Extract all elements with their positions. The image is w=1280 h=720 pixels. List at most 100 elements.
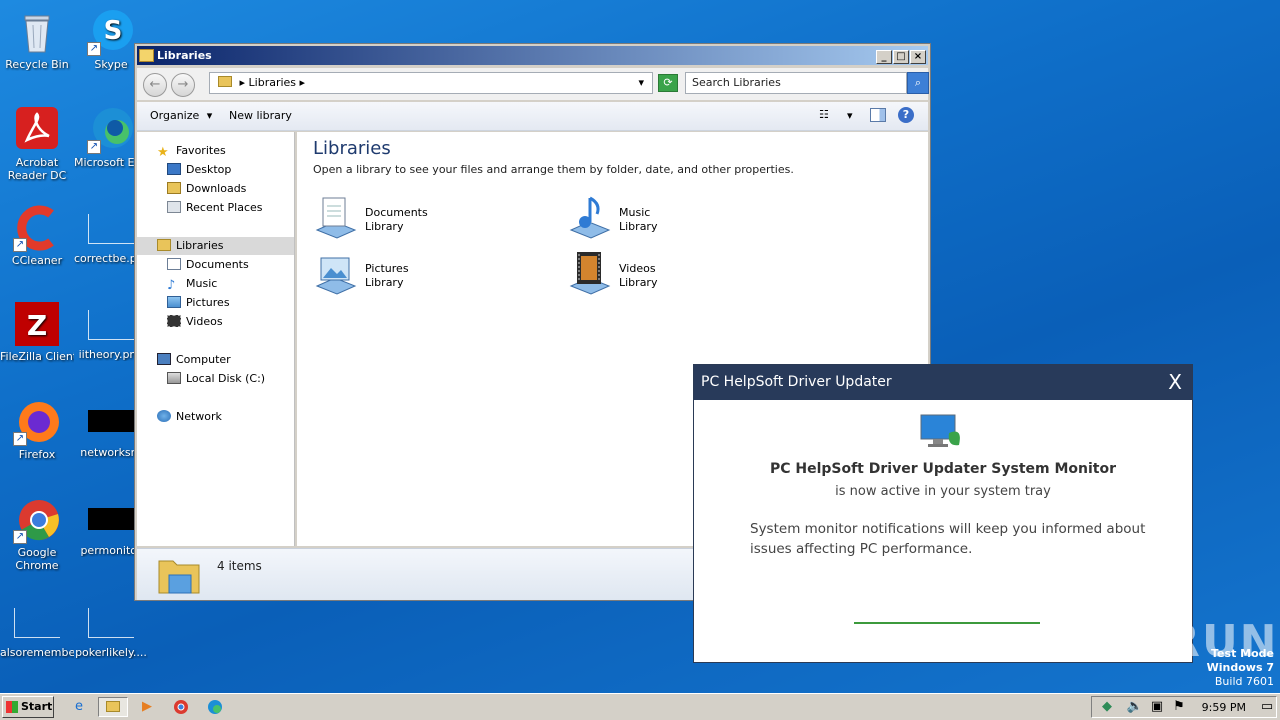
documents-library-icon: [313, 194, 357, 240]
desktop-icon-file[interactable]: alsoremembe...: [0, 598, 74, 659]
breadcrumb-libraries[interactable]: Libraries: [249, 76, 297, 89]
address-bar[interactable]: ▸ Libraries ▸ ▾: [209, 72, 653, 94]
minimize-button[interactable]: _: [876, 50, 892, 64]
library-folder-icon: [157, 239, 171, 251]
window-title: Libraries: [157, 49, 212, 62]
nav-local-disk[interactable]: Local Disk (C:): [167, 370, 265, 388]
nav-label: Pictures: [186, 296, 230, 309]
library-type: Library: [365, 276, 404, 289]
test-mode-line3: Build 7601: [1214, 675, 1274, 688]
skype-icon: S ↗: [87, 8, 135, 56]
nav-downloads[interactable]: Downloads: [167, 180, 246, 198]
desktop-icon-label: Firefox: [18, 448, 56, 461]
file-icon: [88, 310, 134, 340]
shortcut-arrow-icon: ↗: [13, 238, 27, 252]
desktop-icon-acrobat[interactable]: Acrobat Reader DC: [0, 106, 74, 182]
nav-label: Desktop: [186, 163, 232, 176]
volume-icon[interactable]: 🔈: [1124, 697, 1146, 717]
library-item-documents[interactable]: Documents Library: [313, 194, 543, 244]
search-input[interactable]: Search Libraries: [685, 72, 907, 94]
address-dropdown-icon[interactable]: ▾: [638, 73, 644, 93]
page-subtitle: Open a library to see your files and arr…: [313, 163, 794, 176]
firefox-icon: ↗: [13, 398, 61, 446]
shield-icon[interactable]: ◆: [1096, 697, 1118, 717]
change-view-icon[interactable]: ☷: [819, 108, 829, 121]
organize-button[interactable]: Organize ▾: [150, 109, 212, 122]
internet-explorer-icon[interactable]: e: [68, 697, 90, 717]
desktop-icon-ccleaner[interactable]: ↗ CCleaner: [0, 204, 74, 267]
close-button[interactable]: ×: [910, 50, 926, 64]
desktop-icon-filezilla[interactable]: Z FileZilla Client: [0, 300, 74, 363]
nav-label: Recent Places: [186, 201, 263, 214]
command-bar: Organize ▾ New library ☷ ▾ ?: [137, 102, 928, 131]
desktop-icon-file[interactable]: pokerlikely....: [74, 598, 148, 659]
nav-documents[interactable]: Documents: [167, 256, 249, 274]
recent-places-icon: [167, 201, 181, 213]
nav-pictures[interactable]: Pictures: [167, 294, 230, 312]
desktop-icon-firefox[interactable]: ↗ Firefox: [0, 398, 74, 461]
clock[interactable]: 9:59 PM: [1202, 701, 1246, 714]
filezilla-icon: Z: [13, 300, 61, 348]
pictures-icon: [167, 296, 181, 308]
new-library-button[interactable]: New library: [229, 109, 292, 122]
refresh-icon[interactable]: ⟳: [658, 74, 678, 92]
acrobat-icon: [13, 106, 61, 154]
breadcrumb-arrow-icon[interactable]: ▸: [296, 76, 306, 89]
library-name: Documents: [365, 206, 428, 219]
popup-header: PC HelpSoft Driver Updater X: [694, 365, 1192, 400]
progress-line: [854, 622, 1040, 624]
show-desktop-button[interactable]: ▭: [1260, 697, 1274, 717]
library-folder-icon: [218, 76, 232, 87]
file-thumbnail: [88, 508, 134, 530]
desktop-icon-chrome[interactable]: ↗ Google Chrome: [0, 496, 74, 572]
preview-pane-icon[interactable]: [870, 108, 886, 122]
shortcut-arrow-icon: ↗: [13, 530, 27, 544]
network-tray-icon[interactable]: ▣: [1146, 697, 1168, 717]
test-mode-line1: Test Mode: [1211, 647, 1274, 660]
breadcrumb-arrow-icon[interactable]: ▸: [240, 76, 249, 89]
nav-libraries[interactable]: Libraries: [137, 237, 294, 255]
nav-desktop[interactable]: Desktop: [167, 161, 231, 179]
library-item-pictures[interactable]: Pictures Library: [313, 250, 543, 300]
library-item-videos[interactable]: Videos Library: [567, 250, 797, 300]
nav-label: Downloads: [186, 182, 247, 195]
start-button[interactable]: Start: [2, 696, 54, 718]
nav-recent-places[interactable]: Recent Places: [167, 199, 263, 217]
nav-network[interactable]: Network: [157, 408, 222, 426]
desktop-icon-recycle-bin[interactable]: Recycle Bin: [0, 8, 74, 71]
music-library-icon: [567, 194, 611, 240]
maximize-button[interactable]: □: [893, 50, 909, 64]
nav-music[interactable]: ♪ Music: [167, 275, 217, 293]
chrome-icon[interactable]: [170, 697, 192, 717]
close-icon[interactable]: X: [1168, 370, 1182, 394]
nav-label: Music: [186, 277, 218, 290]
svg-text:Z: Z: [27, 309, 47, 342]
edge-icon: ↗: [87, 106, 135, 154]
chrome-icon: ↗: [13, 496, 61, 544]
forward-button[interactable]: →: [171, 73, 195, 97]
edge-icon[interactable]: [204, 697, 226, 717]
file-icon: [14, 608, 60, 638]
explorer-taskbar-button[interactable]: [98, 697, 128, 717]
nav-computer[interactable]: Computer: [157, 351, 231, 369]
folder-icon: [106, 701, 120, 712]
nav-favorites[interactable]: ★ Favorites: [157, 142, 226, 160]
media-player-icon[interactable]: ▶: [136, 697, 158, 717]
search-placeholder: Search Libraries: [692, 76, 781, 89]
folder-icon: [139, 49, 154, 62]
back-button[interactable]: ←: [143, 73, 167, 97]
nav-label: Local Disk (C:): [186, 372, 266, 385]
popup-subline: is now active in your system tray: [835, 484, 1051, 499]
help-icon[interactable]: ?: [898, 107, 914, 123]
action-center-flag-icon[interactable]: ⚑: [1168, 697, 1190, 717]
search-icon[interactable]: ⌕: [907, 72, 929, 94]
library-item-music[interactable]: Music Library: [567, 194, 797, 244]
test-mode-line2: Windows 7: [1206, 661, 1274, 674]
nav-videos[interactable]: Videos: [167, 313, 223, 331]
view-options-dropdown-icon[interactable]: ▾: [847, 109, 853, 122]
nav-label: Videos: [186, 315, 223, 328]
explorer-titlebar[interactable]: Libraries _ □ ×: [137, 46, 928, 65]
desktop-icon-label: alsoremembe...: [0, 646, 74, 659]
nav-label: Favorites: [176, 144, 226, 157]
popup-title: PC HelpSoft Driver Updater: [701, 374, 892, 390]
